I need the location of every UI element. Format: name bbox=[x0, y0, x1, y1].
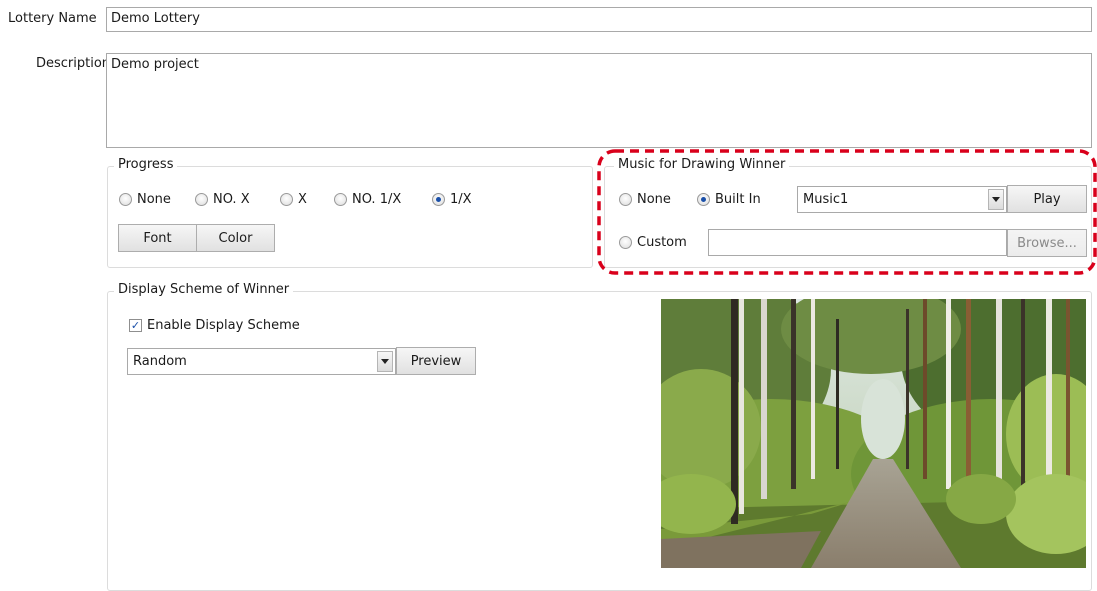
description-textarea[interactable]: Demo project bbox=[106, 53, 1092, 148]
display-scheme-group-title: Display Scheme of Winner bbox=[114, 282, 294, 297]
chevron-down-icon[interactable] bbox=[377, 351, 393, 372]
enable-display-scheme-checkbox[interactable]: ✓ Enable Display Scheme bbox=[129, 318, 300, 333]
display-scheme-select-value: Random bbox=[133, 354, 187, 369]
progress-radio-none[interactable]: None bbox=[119, 192, 171, 207]
lottery-name-input[interactable]: Demo Lottery bbox=[106, 7, 1092, 32]
radio-circle-icon bbox=[334, 193, 347, 206]
lottery-name-label: Lottery Name bbox=[8, 11, 97, 26]
color-button[interactable]: Color bbox=[196, 224, 275, 252]
enable-display-scheme-label: Enable Display Scheme bbox=[147, 318, 300, 333]
progress-group bbox=[107, 166, 593, 268]
radio-selected-icon bbox=[432, 193, 445, 206]
progress-radio-no-x[interactable]: NO. X bbox=[195, 192, 250, 207]
progress-radio-no-1-x[interactable]: NO. 1/X bbox=[334, 192, 401, 207]
progress-radio-1-x[interactable]: 1/X bbox=[432, 192, 472, 207]
progress-radio-x-label: X bbox=[298, 192, 307, 207]
radio-circle-icon bbox=[195, 193, 208, 206]
display-scheme-select[interactable]: Random bbox=[127, 348, 396, 375]
progress-radio-no-x-label: NO. X bbox=[213, 192, 250, 207]
highlight-outline bbox=[597, 149, 1097, 275]
font-button[interactable]: Font bbox=[118, 224, 197, 252]
forest-path-image bbox=[661, 299, 1086, 568]
progress-radio-1-x-label: 1/X bbox=[450, 192, 472, 207]
progress-radio-x[interactable]: X bbox=[280, 192, 307, 207]
check-icon: ✓ bbox=[129, 319, 142, 332]
radio-circle-icon bbox=[119, 193, 132, 206]
progress-group-title: Progress bbox=[114, 157, 178, 172]
preview-button[interactable]: Preview bbox=[396, 347, 476, 375]
progress-radio-none-label: None bbox=[137, 192, 171, 207]
radio-circle-icon bbox=[280, 193, 293, 206]
progress-radio-no-1-x-label: NO. 1/X bbox=[352, 192, 402, 207]
description-label: Description bbox=[36, 56, 111, 71]
